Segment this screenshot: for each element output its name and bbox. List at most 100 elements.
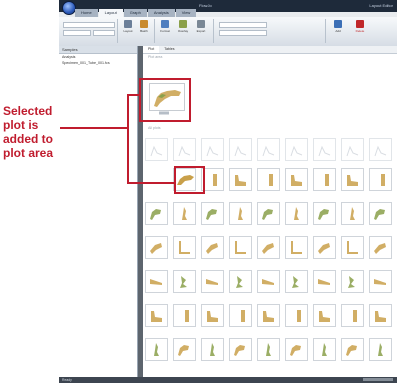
plot-thumbnail[interactable] (313, 138, 336, 161)
plot-thumbnail[interactable] (341, 138, 364, 161)
app-menu-button[interactable] (62, 1, 76, 15)
ribbon-tab[interactable]: Graph (123, 9, 147, 17)
sample-row[interactable]: Specimen_001_Tube_001.fcs (59, 60, 137, 66)
font-select[interactable] (63, 22, 115, 28)
plot-thumbnail[interactable] (341, 168, 364, 191)
plot-thumbnail[interactable] (341, 236, 364, 259)
plot-thumbnail-chart (318, 209, 329, 220)
plot-thumbnail-chart (291, 241, 302, 254)
plot-thumbnail[interactable] (173, 270, 196, 293)
plot-density-shape (263, 311, 274, 322)
plot-thumbnail-chart (206, 243, 218, 254)
plot-thumbnail[interactable] (229, 168, 252, 191)
plot-thumbnail[interactable] (229, 236, 252, 259)
plot-thumbnail[interactable] (257, 270, 280, 293)
plot-thumbnail[interactable] (285, 168, 308, 191)
zoom-select[interactable] (219, 22, 267, 28)
style-select[interactable] (93, 30, 115, 36)
plot-thumbnail-chart (346, 345, 357, 356)
plot-thumbnail-chart (206, 145, 219, 157)
ribbon-button[interactable]: Format (158, 20, 172, 37)
plot-thumbnail[interactable] (145, 138, 168, 161)
plot-thumbnail[interactable] (201, 138, 224, 161)
plot-thumbnail[interactable] (201, 202, 224, 225)
scale-select[interactable] (219, 30, 267, 36)
plot-density-shape (269, 174, 273, 186)
plot-thumbnail[interactable] (201, 236, 224, 259)
plot-thumbnail-chart (322, 343, 327, 356)
plot-thumbnail[interactable] (341, 304, 364, 327)
plot-thumbnail[interactable] (145, 202, 168, 225)
plot-thumbnail[interactable] (313, 304, 336, 327)
plot-thumbnail[interactable] (285, 270, 308, 293)
plot-thumbnail[interactable] (145, 270, 168, 293)
plot-thumbnail[interactable] (229, 202, 252, 225)
plot-outline-shape (234, 145, 247, 157)
plot-thumbnail[interactable] (369, 236, 392, 259)
ribbon-separator (213, 19, 214, 43)
plot-thumbnail[interactable] (257, 236, 280, 259)
ribbon-button[interactable]: Add (331, 20, 345, 37)
ribbon-tab[interactable]: View (175, 9, 197, 17)
ribbon-button[interactable]: Delete (353, 20, 367, 37)
plot-thumbnail[interactable] (257, 304, 280, 327)
ribbon-separator (325, 19, 326, 43)
plot-thumbnail[interactable] (201, 338, 224, 361)
plot-thumbnail[interactable] (285, 236, 308, 259)
plot-thumbnail[interactable] (313, 270, 336, 293)
ribbon-button[interactable]: Layout (121, 20, 135, 37)
plot-thumbnail[interactable] (229, 304, 252, 327)
size-select[interactable] (63, 30, 91, 36)
plot-thumbnail[interactable] (173, 202, 196, 225)
plot-thumbnail[interactable] (285, 202, 308, 225)
plot-thumbnail[interactable] (145, 304, 168, 327)
plot-thumbnail[interactable] (257, 138, 280, 161)
plot-thumbnail[interactable] (369, 202, 392, 225)
plot-thumbnail[interactable] (369, 338, 392, 361)
plot-thumbnail[interactable] (173, 138, 196, 161)
plot-thumbnail[interactable] (285, 304, 308, 327)
plot-thumbnail[interactable] (201, 304, 224, 327)
plot-thumbnail[interactable] (313, 236, 336, 259)
plot-thumbnail[interactable] (341, 338, 364, 361)
ribbon-tab[interactable]: Layout (98, 9, 123, 17)
plot-thumbnail[interactable] (313, 168, 336, 191)
plot-thumbnail[interactable] (257, 202, 280, 225)
plot-thumbnail-chart (150, 243, 162, 254)
plot-density-shape (353, 310, 357, 322)
plot-thumbnail[interactable] (173, 338, 196, 361)
plot-thumbnail[interactable] (173, 236, 196, 259)
plot-thumbnail[interactable] (369, 138, 392, 161)
plot-thumbnail[interactable] (201, 270, 224, 293)
ribbon-button[interactable]: Overlay (176, 20, 190, 37)
plot-thumbnail[interactable] (369, 304, 392, 327)
plot-thumbnail[interactable] (145, 338, 168, 361)
plot-thumbnail[interactable] (285, 338, 308, 361)
ribbon-button[interactable]: Batch (137, 20, 151, 37)
plot-thumbnail[interactable] (257, 338, 280, 361)
plot-thumbnail-chart (269, 174, 273, 186)
plot-thumbnail[interactable] (341, 270, 364, 293)
plot-thumbnail[interactable] (369, 270, 392, 293)
plot-thumbnail-chart (179, 241, 190, 254)
plot-thumbnail[interactable] (173, 304, 196, 327)
plot-thumbnail-chart (178, 145, 191, 157)
plot-thumbnail[interactable] (229, 270, 252, 293)
ribbon-tab[interactable]: Home (75, 9, 98, 17)
plot-thumbnail[interactable] (341, 202, 364, 225)
zoom-slider[interactable] (363, 378, 393, 381)
workspace-tabs: Plot Tables (143, 46, 397, 54)
ribbon-tab[interactable]: Analysis (147, 9, 175, 17)
workspace-tab[interactable]: Plot (143, 46, 160, 53)
ribbon-button[interactable]: Export (194, 20, 208, 37)
plot-thumbnail[interactable] (313, 202, 336, 225)
plot-thumbnail[interactable] (229, 138, 252, 161)
workspace-tab[interactable]: Tables (159, 46, 179, 53)
plot-thumbnail[interactable] (313, 338, 336, 361)
plot-thumbnail[interactable] (145, 236, 168, 259)
plot-thumbnail[interactable] (257, 168, 280, 191)
plot-thumbnail[interactable] (229, 338, 252, 361)
plot-thumbnail-chart (154, 343, 159, 356)
plot-thumbnail[interactable] (285, 138, 308, 161)
plot-thumbnail[interactable] (369, 168, 392, 191)
